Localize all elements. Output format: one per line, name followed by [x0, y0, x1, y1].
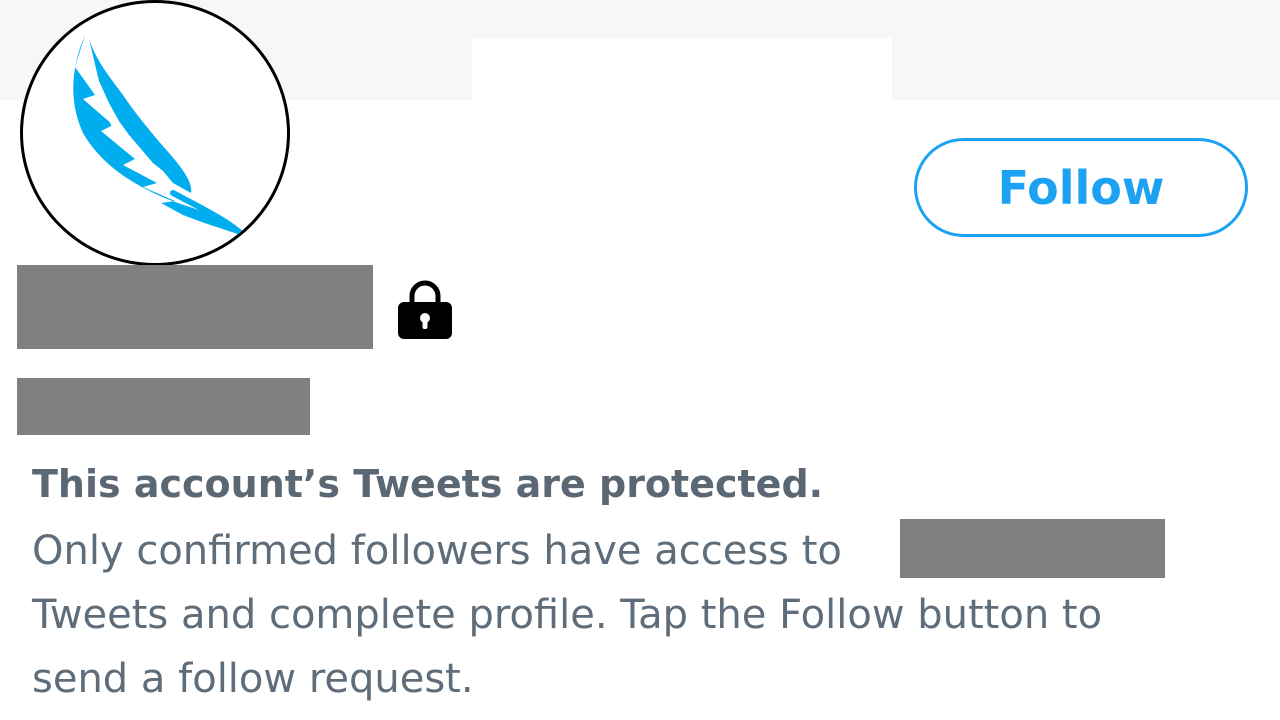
- protected-notice-line-2: Tweets and complete profile. Tap the Fol…: [32, 592, 1103, 638]
- avatar[interactable]: [20, 0, 290, 266]
- protected-notice-line-1: Only confirmed followers have access to: [32, 528, 842, 574]
- profile-page: Follow This account’s Tweets are protect…: [0, 0, 1280, 720]
- follow-button[interactable]: Follow: [914, 138, 1248, 237]
- protected-notice-line-3: send a follow request.: [32, 656, 474, 702]
- display-name-redacted: [17, 265, 373, 349]
- handle-redacted: [17, 378, 310, 435]
- header-banner-gap: [472, 38, 892, 100]
- inline-name-redacted: [900, 519, 1165, 578]
- feather-icon: [73, 35, 248, 240]
- lock-icon: [398, 280, 452, 339]
- protected-notice-title: This account’s Tweets are protected.: [32, 462, 824, 506]
